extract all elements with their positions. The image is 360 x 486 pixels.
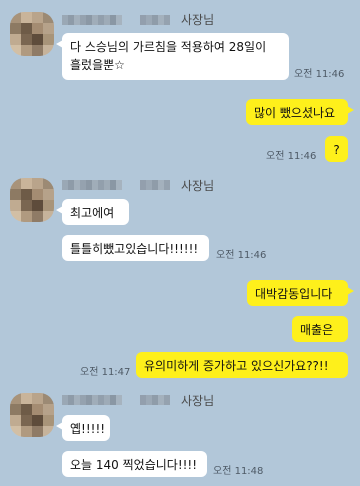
message-text: 다 스승님의 가르침을 적용하여 28일이 <box>70 40 267 54</box>
message-bubble[interactable]: 틀틀히뺐고있습니다!!!!!! <box>62 235 209 261</box>
sender-name: 사장님 <box>181 179 215 193</box>
chat-room: 사장님 다 스승님의 가르침을 적용하여 28일이 흘렀을뿐☆ 오전 11:46… <box>0 0 360 486</box>
message-bubble[interactable]: 다 스승님의 가르침을 적용하여 28일이 흘렀을뿐☆ <box>56 33 289 80</box>
avatar[interactable] <box>10 178 54 222</box>
blurred-sender-name <box>62 13 170 27</box>
message-time: 오전 11:46 <box>216 250 267 261</box>
avatar[interactable] <box>10 12 54 56</box>
message-bubble[interactable]: 오늘 140 찍었습니다!!!! <box>62 451 207 477</box>
message-bubble[interactable]: 옙!!!!! <box>56 415 110 441</box>
sender-name: 사장님 <box>181 394 215 408</box>
blurred-sender-name <box>62 393 170 407</box>
message-bubble[interactable]: 대박감동입니다 <box>247 280 354 306</box>
message-bubble[interactable]: 많이 뺐으셨나요 <box>246 99 354 125</box>
message-time: 오전 11:48 <box>213 466 264 477</box>
message-bubble[interactable]: 유의미하게 증가하고 있으신가요??!! <box>136 352 348 378</box>
message-time: 오전 11:46 <box>294 69 345 80</box>
message-bubble[interactable]: 최고에여 <box>56 199 129 225</box>
message-time: 오전 11:46 <box>266 151 317 162</box>
avatar[interactable] <box>10 393 54 437</box>
blurred-sender-name <box>62 178 170 192</box>
sender-name: 사장님 <box>181 13 215 27</box>
message-time: 오전 11:47 <box>80 367 131 378</box>
message-bubble[interactable]: ? <box>325 136 348 162</box>
message-bubble[interactable]: 매출은 <box>292 316 348 342</box>
message-text: 흘렀을뿐☆ <box>70 58 125 72</box>
